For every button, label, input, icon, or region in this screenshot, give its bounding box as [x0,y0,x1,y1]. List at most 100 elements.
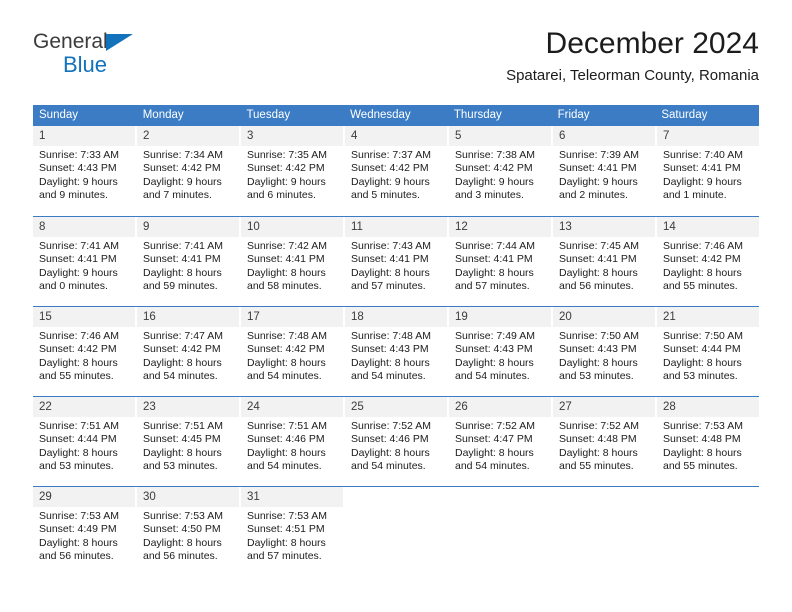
day-details: Sunrise: 7:50 AM Sunset: 4:43 PM Daylight:… [553,327,655,384]
day-cell[interactable]: 13 Sunrise: 7:45 AM Sunset: 4:41 PM Dayligh… [553,217,657,306]
sunrise-text: Sunrise: 7:42 AM [247,240,327,252]
day-cell-empty [345,487,449,576]
day-cell[interactable]: 4 Sunrise: 7:37 AM Sunset: 4:42 PM Daylight… [345,126,449,216]
day-number: 31 [241,487,343,507]
day-cell[interactable]: 11 Sunrise: 7:43 AM Sunset: 4:41 PM Dayligh… [345,217,449,306]
daylight-text-line1: Daylight: 9 hours [39,266,118,279]
day-cell[interactable]: 1 Sunrise: 7:33 AM Sunset: 4:43 PM Daylight… [33,126,137,216]
daylight-text-line2: and 54 minutes. [351,460,426,473]
sunset-text: Sunset: 4:45 PM [143,433,221,446]
day-details: Sunrise: 7:43 AM Sunset: 4:41 PM Daylight:… [345,237,447,294]
daylight-text-line2: and 56 minutes. [559,280,634,293]
daylight-text-line1: Daylight: 9 hours [247,175,326,188]
sunset-text: Sunset: 4:50 PM [143,523,221,536]
daylight-text-line1: Daylight: 9 hours [39,175,118,188]
day-number: 27 [553,397,655,417]
day-details: Sunrise: 7:46 AM Sunset: 4:42 PM Daylight:… [33,327,135,384]
day-cell[interactable]: 12 Sunrise: 7:44 AM Sunset: 4:41 PM Dayligh… [449,217,553,306]
daylight-text-line1: Daylight: 9 hours [143,175,222,188]
day-cell-empty [553,487,657,576]
daylight-text-line1: Daylight: 8 hours [39,356,118,369]
day-details: Sunrise: 7:53 AM Sunset: 4:50 PM Daylight:… [137,507,239,564]
day-details: Sunrise: 7:45 AM Sunset: 4:41 PM Daylight:… [553,237,655,294]
day-cell[interactable]: 15 Sunrise: 7:46 AM Sunset: 4:42 PM Dayligh… [33,307,137,396]
day-cell[interactable]: 18 Sunrise: 7:48 AM Sunset: 4:43 PM Dayligh… [345,307,449,396]
daylight-text-line1: Daylight: 9 hours [559,175,638,188]
day-details: Sunrise: 7:48 AM Sunset: 4:42 PM Daylight:… [241,327,343,384]
day-number [553,487,655,507]
day-cell[interactable]: 22 Sunrise: 7:51 AM Sunset: 4:44 PM Dayligh… [33,397,137,486]
sunrise-text: Sunrise: 7:46 AM [663,240,743,252]
day-number: 7 [657,126,759,146]
general-blue-logo[interactable]: General Blue [33,31,213,91]
day-cell[interactable]: 10 Sunrise: 7:42 AM Sunset: 4:41 PM Dayligh… [241,217,345,306]
day-number: 17 [241,307,343,327]
day-details: Sunrise: 7:39 AM Sunset: 4:41 PM Daylight:… [553,146,655,203]
day-number: 29 [33,487,135,507]
day-cell[interactable]: 20 Sunrise: 7:50 AM Sunset: 4:43 PM Dayligh… [553,307,657,396]
sunrise-text: Sunrise: 7:48 AM [247,330,327,342]
day-details: Sunrise: 7:48 AM Sunset: 4:43 PM Daylight:… [345,327,447,384]
daylight-text-line2: and 53 minutes. [663,370,738,383]
day-number [345,487,447,507]
sunset-text: Sunset: 4:51 PM [247,523,325,536]
day-number [449,487,551,507]
day-cell-empty [657,487,759,576]
day-cell[interactable]: 25 Sunrise: 7:52 AM Sunset: 4:46 PM Dayligh… [345,397,449,486]
day-number: 13 [553,217,655,237]
day-cell[interactable]: 14 Sunrise: 7:46 AM Sunset: 4:42 PM Dayligh… [657,217,759,306]
sunset-text: Sunset: 4:47 PM [455,433,533,446]
sunset-text: Sunset: 4:48 PM [663,433,741,446]
daylight-text-line1: Daylight: 8 hours [143,536,222,549]
day-cell[interactable]: 17 Sunrise: 7:48 AM Sunset: 4:42 PM Dayligh… [241,307,345,396]
day-cell[interactable]: 6 Sunrise: 7:39 AM Sunset: 4:41 PM Daylight… [553,126,657,216]
day-cell[interactable]: 2 Sunrise: 7:34 AM Sunset: 4:42 PM Daylight… [137,126,241,216]
day-cell[interactable]: 8 Sunrise: 7:41 AM Sunset: 4:41 PM Daylight… [33,217,137,306]
day-cell[interactable]: 24 Sunrise: 7:51 AM Sunset: 4:46 PM Dayligh… [241,397,345,486]
day-details: Sunrise: 7:47 AM Sunset: 4:42 PM Daylight:… [137,327,239,384]
day-cell[interactable]: 3 Sunrise: 7:35 AM Sunset: 4:42 PM Daylight… [241,126,345,216]
sunrise-text: Sunrise: 7:41 AM [143,240,223,252]
day-number: 24 [241,397,343,417]
day-cell[interactable]: 19 Sunrise: 7:49 AM Sunset: 4:43 PM Dayligh… [449,307,553,396]
day-cell[interactable]: 26 Sunrise: 7:52 AM Sunset: 4:47 PM Dayligh… [449,397,553,486]
day-cell[interactable]: 28 Sunrise: 7:53 AM Sunset: 4:48 PM Dayligh… [657,397,759,486]
day-details: Sunrise: 7:53 AM Sunset: 4:49 PM Daylight:… [33,507,135,564]
daylight-text-line2: and 59 minutes. [143,280,218,293]
day-cell[interactable]: 27 Sunrise: 7:52 AM Sunset: 4:48 PM Dayligh… [553,397,657,486]
daylight-text-line1: Daylight: 8 hours [559,446,638,459]
day-number: 22 [33,397,135,417]
sunrise-text: Sunrise: 7:53 AM [39,510,119,522]
sunrise-text: Sunrise: 7:52 AM [559,420,639,432]
calendar-weeks: 1 Sunrise: 7:33 AM Sunset: 4:43 PM Daylight… [33,126,759,576]
daylight-text-line2: and 3 minutes. [455,189,524,202]
day-cell[interactable]: 29 Sunrise: 7:53 AM Sunset: 4:49 PM Dayligh… [33,487,137,576]
page-header: General Blue December 2024 Spatarei, Tel… [33,26,759,98]
sunrise-text: Sunrise: 7:53 AM [247,510,327,522]
sunset-text: Sunset: 4:41 PM [143,253,221,266]
day-cell[interactable]: 23 Sunrise: 7:51 AM Sunset: 4:45 PM Dayligh… [137,397,241,486]
day-cell[interactable]: 16 Sunrise: 7:47 AM Sunset: 4:42 PM Dayligh… [137,307,241,396]
daylight-text-line1: Daylight: 8 hours [247,266,326,279]
daylight-text-line1: Daylight: 8 hours [143,446,222,459]
day-cell[interactable]: 5 Sunrise: 7:38 AM Sunset: 4:42 PM Daylight… [449,126,553,216]
sunrise-text: Sunrise: 7:39 AM [559,149,639,161]
daylight-text-line2: and 56 minutes. [143,550,218,563]
page-subtitle: Spatarei, Teleorman County, Romania [506,67,759,84]
day-number: 18 [345,307,447,327]
daylight-text-line1: Daylight: 8 hours [143,266,222,279]
day-cell[interactable]: 9 Sunrise: 7:41 AM Sunset: 4:41 PM Daylight… [137,217,241,306]
sunset-text: Sunset: 4:42 PM [39,343,117,356]
day-number [657,487,759,507]
sunset-text: Sunset: 4:41 PM [455,253,533,266]
weekday-header-friday: Friday [551,105,656,126]
day-cell[interactable]: 31 Sunrise: 7:53 AM Sunset: 4:51 PM Dayligh… [241,487,345,576]
day-cell[interactable]: 21 Sunrise: 7:50 AM Sunset: 4:44 PM Dayligh… [657,307,759,396]
day-cell[interactable]: 30 Sunrise: 7:53 AM Sunset: 4:50 PM Dayligh… [137,487,241,576]
daylight-text-line2: and 57 minutes. [455,280,530,293]
daylight-text-line2: and 57 minutes. [351,280,426,293]
day-cell[interactable]: 7 Sunrise: 7:40 AM Sunset: 4:41 PM Daylight… [657,126,759,216]
daylight-text-line2: and 54 minutes. [455,370,530,383]
sunrise-text: Sunrise: 7:49 AM [455,330,535,342]
sunset-text: Sunset: 4:44 PM [39,433,117,446]
